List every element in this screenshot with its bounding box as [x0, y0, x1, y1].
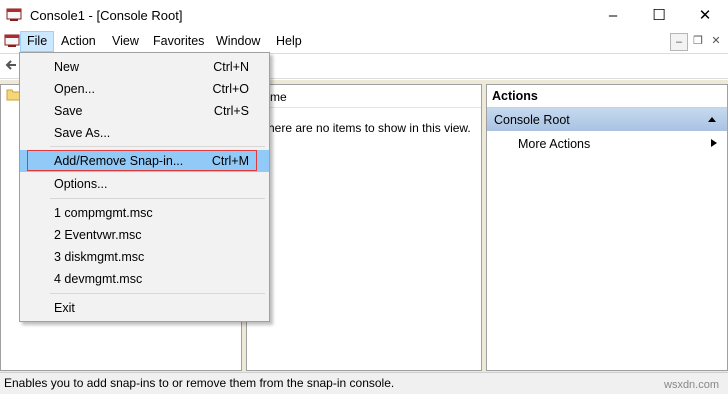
status-text: Enables you to add snap-ins to or remove…: [4, 376, 395, 390]
console-child-icon[interactable]: [4, 34, 20, 48]
console-app-icon[interactable]: [6, 8, 22, 22]
menu-item-recent-2[interactable]: 2 Eventvwr.msc: [20, 224, 269, 246]
menu-item-label: Open...: [54, 82, 95, 96]
menu-item-shortcut: Ctrl+O: [212, 82, 249, 96]
menu-item-shortcut: Ctrl+N: [213, 60, 249, 74]
name-column-label: me: [270, 90, 287, 104]
mdi-minimize-button[interactable]: –: [670, 33, 688, 51]
menu-item-label: Save: [54, 104, 83, 118]
maximize-button[interactable]: ☐: [636, 0, 682, 30]
menu-file[interactable]: File: [20, 31, 55, 52]
submenu-arrow-icon: [711, 139, 717, 147]
collapse-up-icon[interactable]: [707, 115, 717, 123]
menu-item-options[interactable]: Options...: [20, 173, 269, 195]
mdi-restore-button[interactable]: ❐: [690, 33, 706, 49]
menu-item-exit[interactable]: Exit: [20, 297, 269, 319]
menu-item-label: 2 Eventvwr.msc: [54, 228, 142, 242]
menu-item-label: 1 compmgmt.msc: [54, 206, 153, 220]
menu-item-label: Options...: [54, 177, 108, 191]
menu-favorites[interactable]: Favorites: [147, 31, 210, 52]
menu-separator: [50, 293, 265, 294]
menu-item-label: 4 devmgmt.msc: [54, 272, 143, 286]
actions-console-root-label: Console Root: [494, 113, 570, 127]
menu-item-recent-4[interactable]: 4 devmgmt.msc: [20, 268, 269, 290]
menu-item-open[interactable]: Open... Ctrl+O: [20, 78, 269, 100]
menu-item-label: 3 diskmgmt.msc: [54, 250, 145, 264]
menu-item-shortcut: Ctrl+S: [213, 104, 249, 118]
actions-title: Actions: [492, 89, 538, 103]
menu-item-recent-1[interactable]: 1 compmgmt.msc: [20, 202, 269, 224]
highlight-box: [27, 150, 257, 171]
empty-list-message: here are no items to show in this view.: [268, 121, 471, 135]
menu-action[interactable]: Action: [55, 31, 102, 52]
menu-view[interactable]: View: [106, 31, 145, 52]
window-title: Console1 - [Console Root]: [30, 8, 183, 23]
menu-item-recent-3[interactable]: 3 diskmgmt.msc: [20, 246, 269, 268]
menu-item-label: New: [54, 60, 80, 74]
menu-item-label: Save As...: [54, 126, 111, 140]
more-actions-item[interactable]: More Actions: [518, 137, 590, 151]
menu-window[interactable]: Window: [210, 31, 266, 52]
menu-separator: [50, 146, 265, 147]
minimize-button[interactable]: –: [590, 0, 636, 30]
menu-item-save[interactable]: Save Ctrl+S: [20, 100, 269, 122]
menu-separator: [50, 198, 265, 199]
menu-help[interactable]: Help: [270, 31, 308, 52]
mdi-close-button[interactable]: ✕: [708, 33, 724, 49]
back-arrow-icon[interactable]: [4, 58, 18, 72]
close-button[interactable]: ✕: [682, 0, 728, 30]
menu-item-save-as[interactable]: Save As...: [20, 122, 269, 144]
menu-item-new[interactable]: New Ctrl+N: [20, 56, 269, 78]
menu-item-label: Exit: [54, 301, 75, 315]
watermark: wsxdn.com: [664, 379, 720, 391]
